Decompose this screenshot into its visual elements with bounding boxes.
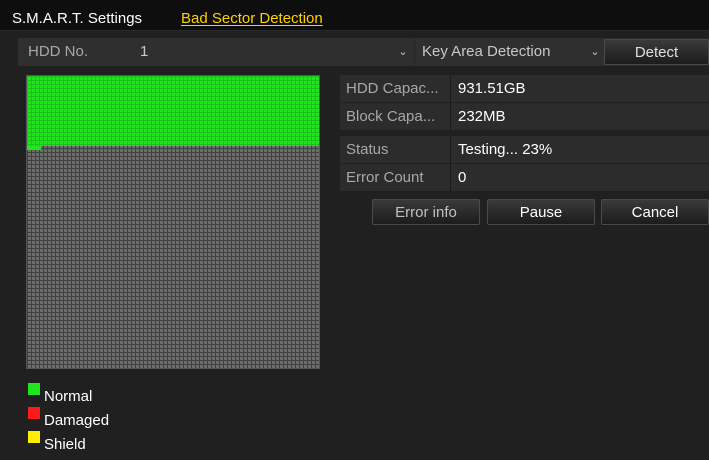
capacity-value: 931.51GB: [458, 80, 526, 97]
block-capacity-label: Block Capa...: [340, 103, 451, 130]
error-info-button[interactable]: Error info: [372, 199, 480, 225]
hdd-no-label: HDD No.: [18, 38, 128, 66]
detection-mode-select[interactable]: Key Area Detection: [416, 38, 606, 66]
normal-sectors-block: [27, 76, 319, 146]
status-value: Testing... 23%: [458, 141, 553, 158]
capacity-label: HDD Capac...: [340, 75, 451, 102]
detect-button[interactable]: Detect: [604, 39, 709, 65]
shield-swatch-icon: [28, 431, 40, 443]
legend-label-normal: Normal: [44, 388, 93, 405]
hdd-no-select[interactable]: 1: [128, 38, 414, 66]
normal-sectors-tail: [27, 146, 41, 150]
chevron-down-icon[interactable]: ⌄: [396, 38, 410, 66]
legend-label-damaged: Damaged: [44, 412, 110, 429]
info-row-status: Status Testing... 23%: [340, 136, 709, 163]
error-count-value: 0: [458, 169, 467, 186]
chevron-down-icon[interactable]: ⌄: [588, 38, 602, 66]
tab-bar: S.M.A.R.T. Settings Bad Sector Detection: [0, 0, 709, 31]
info-row-capacity: HDD Capac... 931.51GB: [340, 75, 709, 102]
tab-bad-sector-detection[interactable]: Bad Sector Detection: [181, 0, 323, 30]
error-count-label: Error Count: [340, 164, 451, 191]
pause-button[interactable]: Pause: [487, 199, 595, 225]
status-label: Status: [340, 136, 451, 163]
normal-swatch-icon: [28, 383, 40, 395]
tab-smart-settings[interactable]: S.M.A.R.T. Settings: [12, 0, 142, 30]
hdd-info-table: HDD Capac... 931.51GB Block Capa... 232M…: [340, 75, 709, 192]
legend-label-shield: Shield: [44, 436, 86, 453]
sector-map-grid: [26, 75, 320, 369]
block-capacity-value: 232MB: [458, 108, 506, 125]
damaged-swatch-icon: [28, 407, 40, 419]
info-row-error-count: Error Count 0: [340, 164, 709, 191]
cancel-button[interactable]: Cancel: [601, 199, 709, 225]
info-row-block: Block Capa... 232MB: [340, 103, 709, 130]
